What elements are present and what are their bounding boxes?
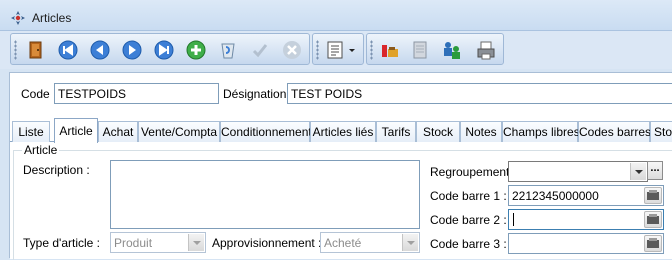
regroupement-select[interactable]	[508, 161, 648, 182]
barcode3-label: Code barre 3 :	[430, 237, 507, 251]
tab-liste[interactable]: Liste	[12, 121, 50, 142]
app-icon	[10, 10, 26, 26]
tab-champs-libres[interactable]: Champs libres	[502, 121, 580, 142]
validate-icon[interactable]	[249, 39, 271, 61]
barcode2-input[interactable]	[508, 209, 664, 230]
options-toolbar	[312, 33, 364, 65]
barcode1-label: Code barre 1 :	[430, 189, 507, 203]
regroupement-more-button[interactable]: ...	[647, 161, 663, 180]
tab-article[interactable]: Article	[54, 118, 98, 143]
toolbar-grip[interactable]	[316, 40, 319, 60]
chevron-down-icon[interactable]	[630, 163, 646, 180]
tab-tarifs[interactable]: Tarifs	[376, 121, 416, 142]
type-article-label: Type d'article :	[23, 236, 100, 250]
documents-icon[interactable]	[409, 39, 431, 61]
barcode-icon[interactable]	[644, 187, 662, 204]
next-record-icon[interactable]	[121, 39, 143, 61]
barcode1-input[interactable]: 2212345000000	[508, 185, 664, 206]
tab-conditionnement[interactable]: Conditionnement	[220, 121, 312, 142]
print-icon[interactable]	[475, 39, 497, 61]
previous-record-icon[interactable]	[89, 39, 111, 61]
text-caret	[513, 213, 514, 226]
approvisionnement-value: Acheté	[324, 236, 362, 250]
tab-stock-overflow[interactable]: Sto	[650, 121, 672, 142]
code-input[interactable]: TESTPOIDS	[54, 83, 219, 104]
title-bar: Articles	[0, 0, 672, 31]
tab-achat[interactable]: Achat	[98, 121, 138, 142]
regroupement-label: Regroupement :	[430, 165, 517, 179]
type-article-select[interactable]: Produit	[110, 232, 206, 253]
barcode2-label: Code barre 2 :	[430, 213, 507, 227]
barcode1-value: 2212345000000	[512, 189, 599, 203]
article-form: Code : TESTPOIDS Désignation : TEST POID…	[9, 72, 672, 260]
barcode-icon[interactable]	[644, 235, 662, 252]
add-record-icon[interactable]	[185, 39, 207, 61]
description-textarea[interactable]	[110, 160, 420, 229]
first-record-icon[interactable]	[57, 39, 79, 61]
tab-bar: Liste Article Achat Vente/Compta Conditi…	[10, 118, 672, 143]
barcode3-input[interactable]	[508, 233, 664, 254]
toolbar-grip[interactable]	[370, 40, 373, 60]
last-record-icon[interactable]	[153, 39, 175, 61]
toolbar-grip[interactable]	[14, 40, 17, 60]
navigation-toolbar	[10, 33, 310, 65]
tab-stock[interactable]: Stock	[416, 121, 460, 142]
tab-articles-lies[interactable]: Articles liés	[310, 121, 376, 142]
delete-record-icon[interactable]	[217, 39, 239, 61]
designation-label: Désignation :	[223, 87, 294, 101]
type-article-value: Produit	[114, 236, 153, 250]
exit-door-icon[interactable]	[25, 39, 47, 61]
articles-window: Articles Code: TESTPOIDS Désignation: …	[0, 0, 672, 260]
tab-notes[interactable]: Notes	[460, 121, 502, 142]
designation-input[interactable]: TEST POIDS	[287, 83, 672, 104]
chevron-down-icon[interactable]	[188, 234, 204, 251]
window-title: Articles	[32, 11, 72, 25]
barcode-icon[interactable]	[644, 211, 662, 228]
chevron-down-icon[interactable]	[402, 234, 418, 251]
groupbox-title: Article	[22, 143, 60, 157]
code-row: Code : TESTPOIDS Désignation : TEST POID…	[10, 73, 672, 117]
article-tab-panel: Article Description : Type d'article : P…	[10, 142, 672, 260]
code-label: Code :	[21, 87, 57, 101]
approvisionnement-label: Approvisionnement :	[212, 236, 322, 250]
description-label: Description :	[23, 163, 90, 177]
tools-toolbar	[366, 33, 504, 65]
cancel-icon[interactable]	[281, 39, 303, 61]
tools-icon[interactable]	[379, 39, 401, 61]
users-icon[interactable]	[441, 39, 463, 61]
tab-vente-compta[interactable]: Vente/Compta	[138, 121, 220, 142]
list-menu-icon[interactable]	[325, 39, 359, 61]
approvisionnement-select[interactable]: Acheté	[320, 232, 420, 253]
toolbar-area	[0, 31, 672, 69]
tab-codes-barres[interactable]: Codes barres	[578, 121, 651, 142]
